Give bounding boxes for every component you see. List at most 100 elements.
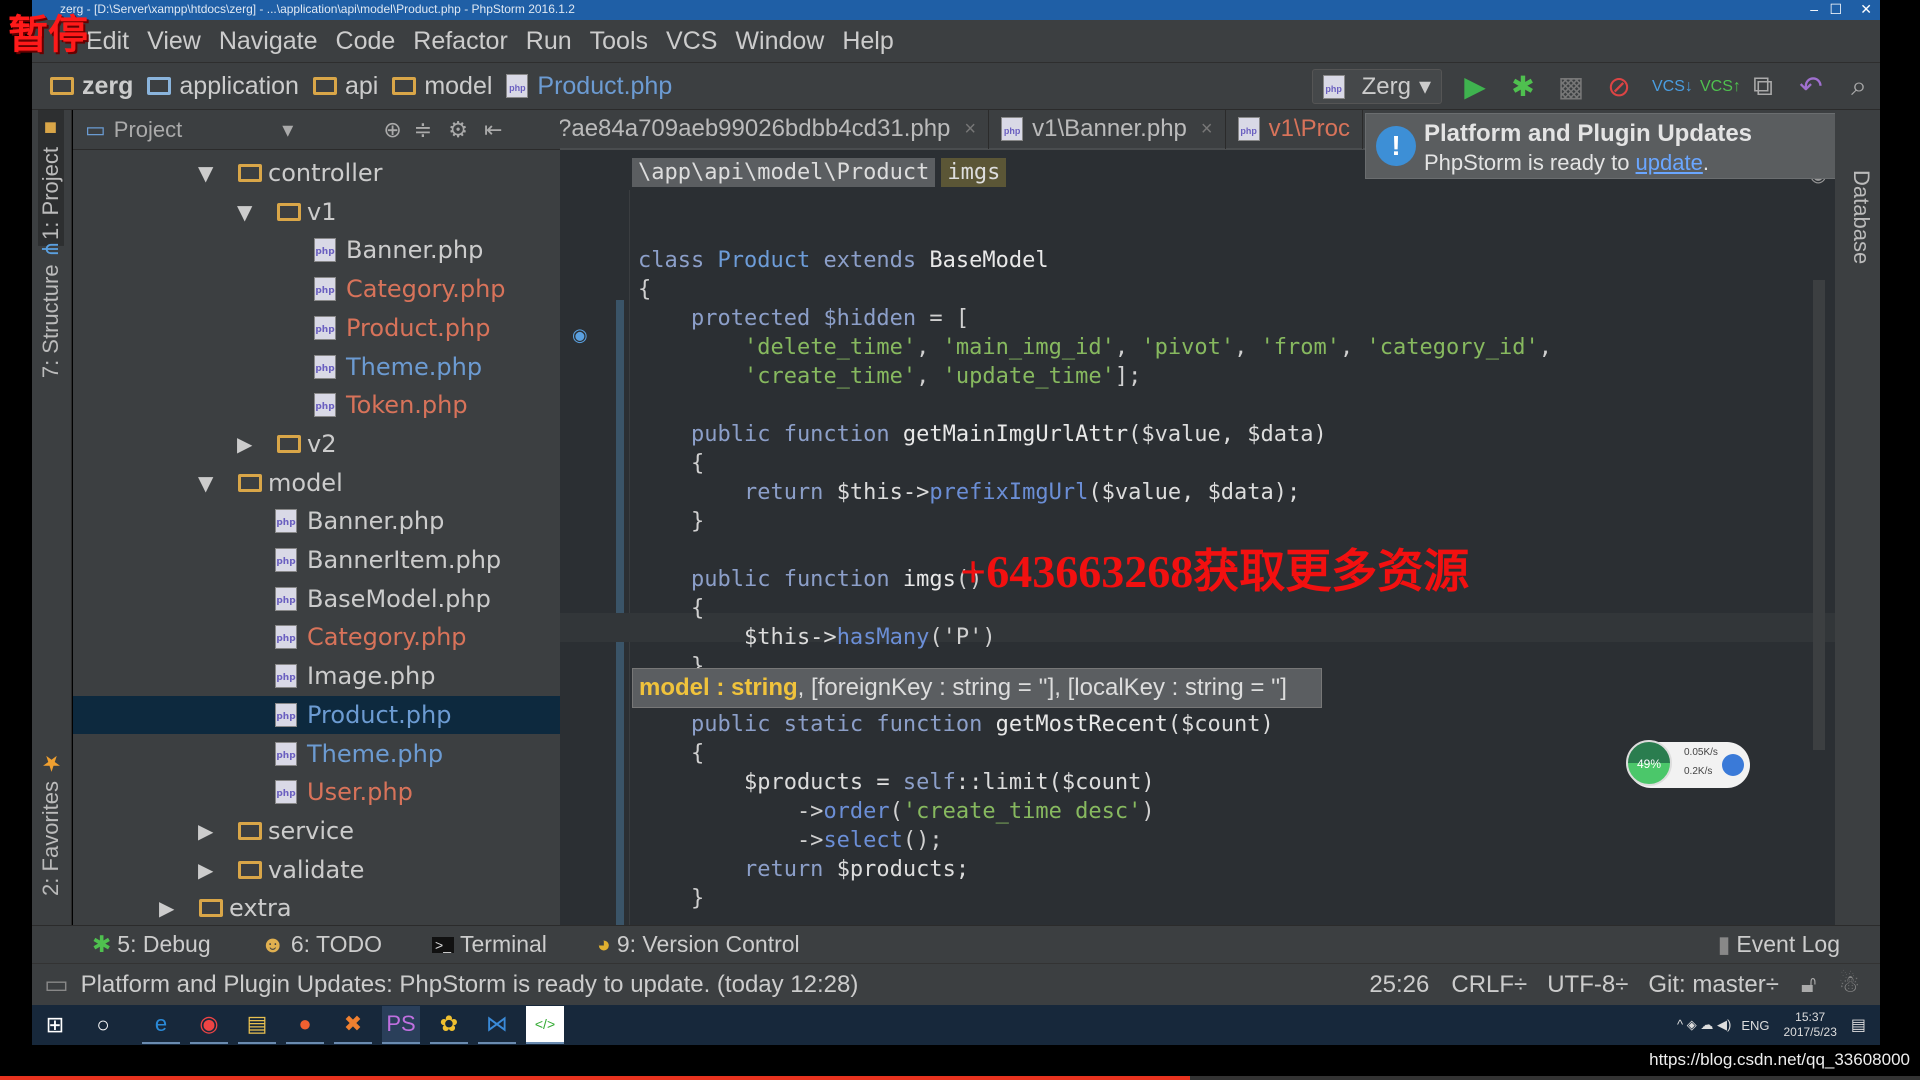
menu-refactor[interactable]: Refactor <box>413 27 507 56</box>
git-branch[interactable]: Git: master÷ <box>1648 971 1779 999</box>
expand-arrow-icon[interactable]: ▶ <box>159 896 174 920</box>
menu-navigate[interactable]: Navigate <box>219 27 318 56</box>
close-button[interactable]: ✕ <box>1860 0 1872 18</box>
tool-tab-structure[interactable]: 7: Structure ⋔ <box>38 240 64 378</box>
revert-icon[interactable]: ↶ <box>1796 70 1826 103</box>
tree-item[interactable]: php Theme.php <box>73 348 560 386</box>
menu-code[interactable]: Code <box>336 27 396 56</box>
tree-item[interactable]: ▶ service <box>73 812 560 850</box>
menu-run[interactable]: Run <box>526 27 572 56</box>
xampp-icon[interactable]: ✖ <box>334 1006 372 1044</box>
phpstorm-icon[interactable]: PS <box>382 1006 420 1044</box>
tree-item[interactable]: php Theme.php <box>73 735 560 773</box>
update-link[interactable]: update <box>1636 150 1703 175</box>
line-separator[interactable]: CRLF÷ <box>1451 971 1527 999</box>
run-config-dropdown[interactable]: php Zerg ▾ <box>1311 69 1442 104</box>
tree-item[interactable]: php BaseModel.php <box>73 580 560 618</box>
lock-icon[interactable]: 🔓︎ <box>1801 971 1817 999</box>
tree-item[interactable]: php Product.php <box>73 309 560 347</box>
tree-item[interactable]: php Category.php <box>73 618 560 656</box>
clock[interactable]: 15:37 2017/5/23 <box>1783 1010 1836 1040</box>
vcs-commit-icon[interactable]: VCS↑ <box>1700 78 1741 96</box>
network-widget[interactable]: 49% 0.05K/s 0.2K/s <box>1626 740 1750 788</box>
tree-item[interactable]: ▶ v2 <box>73 425 560 463</box>
chrome-icon[interactable]: ◉ <box>190 1006 228 1044</box>
menu-edit[interactable]: Edit <box>86 27 129 56</box>
tab-hash-file[interactable]: ?ae84a709aeb99026bdbb4cd31.php × <box>560 110 990 149</box>
crumb-model[interactable]: model <box>392 72 492 101</box>
tree-item[interactable]: php Token.php <box>73 386 560 424</box>
tree-item[interactable]: php Category.php <box>73 270 560 308</box>
menu-tools[interactable]: Tools <box>590 27 648 56</box>
project-view-selector[interactable]: Project <box>114 117 182 143</box>
tray-icons[interactable]: ^ ◈ ☁ ◀) <box>1677 1017 1731 1033</box>
tree-item[interactable]: ▶ extra <box>73 889 560 925</box>
plus-icon[interactable] <box>1722 754 1744 776</box>
locate-icon[interactable]: ⊕ <box>383 117 401 143</box>
tab-v1-banner[interactable]: php v1\Banner.php × <box>989 110 1226 149</box>
scrollbar[interactable] <box>1813 280 1825 750</box>
run-icon[interactable]: ▶ <box>1460 70 1490 103</box>
expand-arrow-icon[interactable]: ▶ <box>237 432 252 456</box>
tree-item[interactable]: ▼ model <box>73 464 560 502</box>
vcs-update-icon[interactable]: VCS↓ <box>1652 78 1693 96</box>
crumb-api[interactable]: api <box>312 72 378 101</box>
tree-item[interactable]: php BannerItem.php <box>73 541 560 579</box>
expand-arrow-icon[interactable]: ▶ <box>198 858 213 882</box>
menu-window[interactable]: Window <box>735 27 824 56</box>
app-icon[interactable]: ● <box>286 1006 324 1044</box>
crumb-product[interactable]: php Product.php <box>506 72 672 101</box>
tool-tab-project[interactable]: 1: Project ■ <box>38 110 64 246</box>
start-icon[interactable]: ⊞ <box>36 1006 74 1044</box>
tree-item[interactable]: php Image.php <box>73 657 560 695</box>
toggle-tool-windows-icon[interactable]: ▭ <box>44 969 69 1000</box>
collapse-arrow-icon[interactable]: ▼ <box>198 471 213 495</box>
tool-tab-database[interactable]: Database <box>1848 170 1874 264</box>
crumb-application[interactable]: application <box>147 72 299 101</box>
hide-panel-icon[interactable]: ⇤ <box>484 117 502 143</box>
language-indicator[interactable]: ENG <box>1741 1018 1769 1033</box>
tree-item[interactable]: php Banner.php <box>73 231 560 269</box>
playback-progress[interactable] <box>0 1076 1920 1080</box>
expand-arrow-icon[interactable]: ▶ <box>198 819 213 843</box>
editor-icon[interactable]: </> <box>526 1006 564 1044</box>
edge-icon[interactable]: e <box>142 1006 180 1044</box>
tree-item[interactable]: ▼ controller <box>73 154 560 192</box>
tree-item[interactable]: php User.php <box>73 773 560 811</box>
cortana-icon[interactable]: ○ <box>84 1006 122 1044</box>
tool-debug[interactable]: ✱ 5: Debug <box>92 931 211 958</box>
history-icon[interactable]: ⧉ <box>1748 70 1778 103</box>
menu-vcs[interactable]: VCS <box>666 27 717 56</box>
close-tab-icon[interactable]: × <box>964 118 976 141</box>
file-encoding[interactable]: UTF-8÷ <box>1547 971 1628 999</box>
tree-item[interactable]: php Product.php <box>73 695 560 734</box>
tool-terminal[interactable]: >_ Terminal <box>432 931 547 958</box>
inspector-icon[interactable]: ☃ <box>1838 970 1860 999</box>
chevron-down-icon[interactable]: ▾ <box>282 117 293 143</box>
app-icon[interactable]: ✿ <box>430 1006 468 1044</box>
stop-listen-icon[interactable]: ⊘ <box>1604 70 1634 103</box>
tree-item[interactable]: ▼ v1 <box>73 193 560 231</box>
collapse-arrow-icon[interactable]: ▼ <box>198 161 213 185</box>
tree-item[interactable]: ▶ validate <box>73 851 560 889</box>
crumb-zerg[interactable]: zerg <box>50 72 133 101</box>
tool-todo[interactable]: ☻ 6: TODO <box>261 931 382 958</box>
update-notification[interactable]: ! Platform and Plugin Updates PhpStorm i… <box>1365 113 1870 179</box>
breadcrumb-method[interactable]: imgs <box>941 158 1007 187</box>
event-log-button[interactable]: ▮ Event Log <box>1718 931 1840 958</box>
tool-tab-favorites[interactable]: 2: Favorites ★ <box>38 750 64 896</box>
minimize-button[interactable]: – <box>1810 0 1818 18</box>
caret-position[interactable]: 25:26 <box>1369 971 1429 999</box>
breadcrumb-namespace[interactable]: \app\api\model\Product <box>632 158 936 187</box>
gear-icon[interactable]: ⚙ <box>448 117 468 143</box>
collapse-all-icon[interactable]: ≑ <box>414 117 432 143</box>
tree-item[interactable]: php Banner.php <box>73 502 560 540</box>
search-icon[interactable]: ⌕ <box>1844 70 1874 103</box>
close-tab-icon[interactable]: × <box>1201 118 1213 141</box>
override-marker-icon[interactable]: ◉ <box>572 325 588 346</box>
file-explorer-icon[interactable]: ▤ <box>238 1006 276 1044</box>
status-message[interactable]: Platform and Plugin Updates: PhpStorm is… <box>81 971 859 999</box>
tab-v1-product[interactable]: php v1\Proc <box>1226 110 1363 149</box>
debug-icon[interactable]: ✱ <box>1508 70 1538 103</box>
coverage-icon[interactable]: ▩ <box>1556 70 1586 103</box>
